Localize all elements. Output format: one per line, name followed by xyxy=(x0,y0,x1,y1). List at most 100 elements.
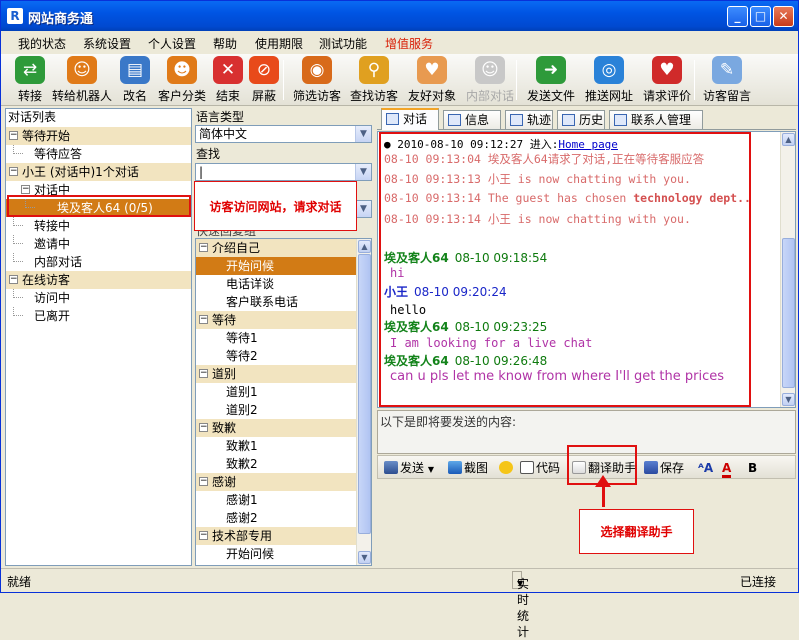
tree-item[interactable]: 转接中 xyxy=(6,217,191,235)
font-size-button[interactable]: ᴬA xyxy=(698,459,713,477)
toolbar-label: 友好对象 xyxy=(407,89,456,103)
visitor-message-button[interactable]: ✎ 访客留言 xyxy=(699,56,755,104)
filter-visitor-button[interactable]: ◉ 筛选访客 xyxy=(289,56,345,104)
phrase-group[interactable]: − 道别 xyxy=(196,365,356,383)
send-button[interactable]: 发送 ▼ xyxy=(384,459,434,477)
contacts-tab-icon xyxy=(614,114,627,126)
menu-item-2[interactable]: 个人设置 xyxy=(148,35,196,52)
phrase-scrollbar[interactable]: ▲ ▼ xyxy=(356,239,371,565)
scroll-up-icon[interactable]: ▲ xyxy=(782,133,795,146)
realtime-stats-button[interactable]: 实时统计 ▼ xyxy=(512,571,529,639)
maximize-button[interactable]: □ xyxy=(750,6,771,27)
phrase-group[interactable]: − 致歉 xyxy=(196,419,356,437)
scroll-thumb[interactable] xyxy=(358,254,371,534)
phrase-item[interactable]: 客户联系电话 xyxy=(196,293,356,311)
chevron-down-icon[interactable]: ▼ xyxy=(355,164,371,180)
visitor-request-annotation: 访客访问网站，请求对话 xyxy=(194,181,357,231)
phrase-item[interactable]: 开始问候 xyxy=(196,545,356,563)
rename-card-button[interactable]: ▤ 改名 xyxy=(118,56,152,104)
tab-contacts[interactable]: 联系人管理 xyxy=(609,110,703,129)
tab-label: 联系人管理 xyxy=(631,113,692,127)
phrase-group[interactable]: − 等待 xyxy=(196,311,356,329)
chevron-down-icon[interactable]: ▼ xyxy=(355,126,371,142)
phrase-item[interactable]: 电话详谈 xyxy=(196,275,356,293)
language-select[interactable]: 简体中文 ▼ xyxy=(195,125,372,143)
dropdown-arrow-icon[interactable]: ▼ xyxy=(428,465,434,474)
block-button[interactable]: ⊘ 屏蔽 xyxy=(247,56,281,104)
menu-item-3[interactable]: 帮助 xyxy=(213,35,237,52)
phrase-item[interactable]: 开始问候 xyxy=(196,257,356,275)
tab-history[interactable]: 历史 xyxy=(557,110,605,129)
font-color-button[interactable]: A xyxy=(722,459,732,478)
emoji-button[interactable] xyxy=(499,459,515,477)
tab-info[interactable]: 信息 xyxy=(443,110,501,129)
tree-line xyxy=(13,289,23,298)
tab-track[interactable]: 轨迹 xyxy=(505,110,553,129)
chevron-down-icon[interactable]: ▼ xyxy=(355,201,371,217)
tab-chat[interactable]: 对话 xyxy=(381,108,439,130)
save-button[interactable]: 保存 xyxy=(644,459,684,477)
customer-group-button[interactable]: ☻ 客户分类 xyxy=(154,56,210,104)
tree-item[interactable]: 访问中 xyxy=(6,289,191,307)
scroll-up-icon[interactable]: ▲ xyxy=(358,240,371,253)
scroll-down-icon[interactable]: ▼ xyxy=(782,393,795,406)
menu-item-1[interactable]: 系统设置 xyxy=(83,35,131,52)
collapse-icon[interactable]: − xyxy=(9,131,18,140)
close-button[interactable]: ✕ xyxy=(773,6,794,27)
collapse-icon[interactable]: − xyxy=(199,243,208,252)
tree-item[interactable]: 邀请中 xyxy=(6,235,191,253)
collapse-icon[interactable]: − xyxy=(199,531,208,540)
chat-scrollbar[interactable]: ▲ ▼ xyxy=(780,132,795,407)
tree-item[interactable]: − 在线访客 xyxy=(6,271,191,289)
send-file-button[interactable]: ➜ 发送文件 xyxy=(523,56,579,104)
phrase-group[interactable]: − 介绍自己 xyxy=(196,239,356,257)
rating-button[interactable]: ♥ 请求评价 xyxy=(639,56,695,104)
push-url-button[interactable]: ◎ 推送网址 xyxy=(581,56,637,104)
phrase-item[interactable]: 等待1 xyxy=(196,329,356,347)
phrase-item[interactable]: 致歉1 xyxy=(196,437,356,455)
tree-item[interactable]: 等待应答 xyxy=(6,145,191,163)
internal-chat-button[interactable]: ☺ 内部对话 xyxy=(462,56,518,104)
end-button[interactable]: ✕ 结束 xyxy=(211,56,245,104)
menu-item-4[interactable]: 使用期限 xyxy=(255,35,303,52)
phrase-item[interactable]: 感谢2 xyxy=(196,509,356,527)
menu-item-5[interactable]: 测试功能 xyxy=(319,35,367,52)
tree-item[interactable]: − 等待开始 xyxy=(6,127,191,145)
collapse-icon[interactable]: − xyxy=(9,275,18,284)
menu-item-6[interactable]: 增值服务 xyxy=(385,35,433,52)
send-label: 发送 xyxy=(400,461,425,475)
bold-button[interactable]: B xyxy=(748,459,757,477)
send-file-icon: ➜ xyxy=(536,56,566,84)
tree-item[interactable]: 内部对话 xyxy=(6,253,191,271)
find-visitor-button[interactable]: ⚲ 查找访客 xyxy=(346,56,402,104)
tree-item[interactable]: − 小王 (对话中)1个对话 xyxy=(6,163,191,181)
friend-button[interactable]: ♥ 友好对象 xyxy=(404,56,460,104)
phrase-group[interactable]: − 感谢 xyxy=(196,473,356,491)
phrase-item[interactable]: 道别1 xyxy=(196,383,356,401)
collapse-icon[interactable]: − xyxy=(199,369,208,378)
robot-button[interactable]: ☺ 转给机器人 xyxy=(49,56,115,104)
transfer-button[interactable]: ⇄ 转接 xyxy=(9,56,51,104)
collapse-icon[interactable]: − xyxy=(9,167,18,176)
scroll-thumb[interactable] xyxy=(782,238,795,388)
phrase-label: 等待 xyxy=(212,313,237,327)
tree-item[interactable]: 已离开 xyxy=(6,307,191,325)
collapse-icon[interactable]: − xyxy=(199,315,208,324)
menu-item-0[interactable]: 我的状态 xyxy=(18,35,66,52)
internal-chat-icon: ☺ xyxy=(475,56,505,84)
minimize-button[interactable]: _ xyxy=(727,6,748,27)
collapse-icon[interactable]: − xyxy=(199,423,208,432)
collapse-icon[interactable]: − xyxy=(21,185,30,194)
toolbar-label: 转接 xyxy=(17,89,42,103)
phrase-item[interactable]: 等待2 xyxy=(196,347,356,365)
phrase-group[interactable]: − 技术部专用 xyxy=(196,527,356,545)
phrase-item[interactable]: 感谢1 xyxy=(196,491,356,509)
collapse-icon[interactable]: − xyxy=(199,477,208,486)
search-input[interactable]: | ▼ xyxy=(195,163,372,181)
code-button[interactable]: 代码 xyxy=(520,459,560,477)
phrase-item[interactable]: 道别2 xyxy=(196,401,356,419)
screenshot-button[interactable]: 截图 xyxy=(448,459,488,477)
title-bar[interactable]: R 网站商务通 _ □ ✕ xyxy=(1,1,798,31)
phrase-item[interactable]: 致歉2 xyxy=(196,455,356,473)
scroll-down-icon[interactable]: ▼ xyxy=(358,551,371,564)
